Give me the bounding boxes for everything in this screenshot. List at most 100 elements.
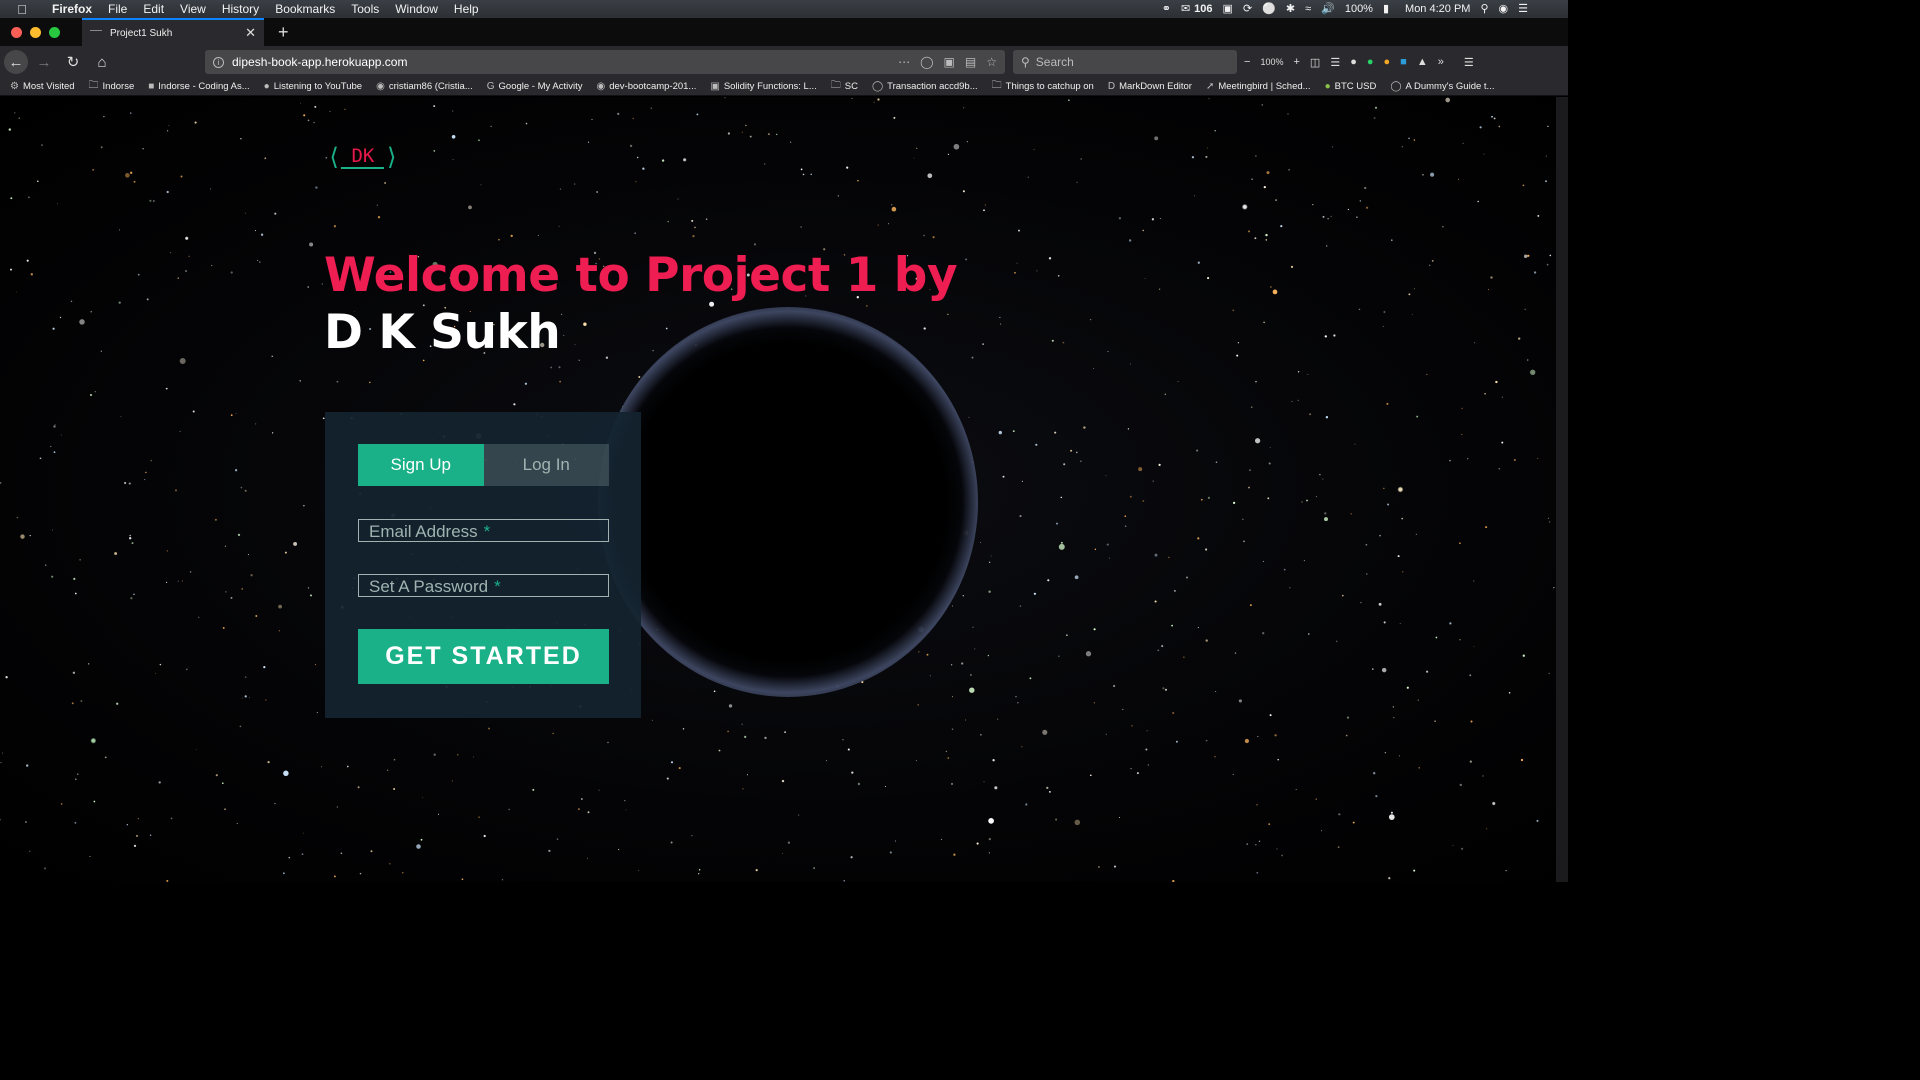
- menu-help[interactable]: Help: [446, 0, 487, 18]
- star: [89, 856, 91, 857]
- star: [255, 423, 257, 425]
- star: [1469, 760, 1472, 763]
- star: [214, 518, 217, 521]
- star: [727, 730, 729, 733]
- reload-icon[interactable]: ↻: [60, 49, 86, 75]
- get-started-button[interactable]: GET STARTED: [358, 629, 609, 684]
- app-status-icon[interactable]: ▣: [1223, 0, 1233, 18]
- bookmark-item[interactable]: ◉ dev-bootcamp-201...: [596, 81, 696, 92]
- menu-bookmarks[interactable]: Bookmarks: [267, 0, 343, 18]
- menu-file[interactable]: File: [100, 0, 135, 18]
- extension-blue-icon[interactable]: ■: [1400, 56, 1407, 68]
- bookmark-item[interactable]: D MarkDown Editor: [1108, 81, 1192, 92]
- menu-view[interactable]: View: [172, 0, 214, 18]
- close-window-button[interactable]: [11, 26, 22, 38]
- notification-center-icon[interactable]: ☰: [1518, 0, 1528, 18]
- close-tab-icon[interactable]: ✕: [245, 25, 256, 41]
- menu-history[interactable]: History: [214, 0, 267, 18]
- zoom-window-button[interactable]: [49, 26, 60, 38]
- password-field[interactable]: Set A Password *: [358, 574, 609, 597]
- bookmark-item[interactable]: G Google - My Activity: [487, 81, 583, 92]
- email-field[interactable]: Email Address *: [358, 519, 609, 542]
- star: [150, 459, 153, 462]
- menu-app-name[interactable]: Firefox: [44, 0, 100, 18]
- star: [1256, 871, 1259, 874]
- star: [1483, 153, 1485, 155]
- accessibility-icon[interactable]: ⚪: [1262, 0, 1276, 18]
- star: [1128, 239, 1132, 242]
- extension-badge-icon[interactable]: ▲: [1417, 56, 1428, 68]
- forward-arrow-icon[interactable]: →: [31, 49, 57, 75]
- page-actions-icon[interactable]: ⋯: [898, 55, 910, 69]
- bookmark-item[interactable]: ▣ Solidity Functions: L...: [710, 81, 816, 92]
- bookmark-item[interactable]: 🗀 SC: [831, 78, 858, 95]
- search-bar[interactable]: ⚲ Search: [1013, 50, 1237, 74]
- account-icon[interactable]: ●: [1350, 56, 1357, 68]
- star: [1312, 203, 1314, 206]
- tab-sign-up[interactable]: Sign Up: [358, 444, 484, 486]
- tab-project1[interactable]: Project1 Sukh ✕: [82, 18, 264, 46]
- volume-icon[interactable]: 🔊: [1321, 0, 1335, 18]
- zoom-level[interactable]: 100%: [1260, 57, 1283, 67]
- bookmark-item[interactable]: ⚙ Most Visited: [10, 81, 75, 92]
- url-bar[interactable]: i dipesh-book-app.herokuapp.com ⋯ ◯ ▣ ▤ …: [205, 50, 1005, 74]
- tab-log-in[interactable]: Log In: [483, 444, 609, 486]
- star: [775, 133, 778, 136]
- bookmark-item[interactable]: ➚ Meetingbird | Sched...: [1206, 81, 1311, 92]
- star: [1047, 579, 1050, 582]
- toolbar-right: − 100% + ◫ ☰ ● ● ● ■ ▲ » ☰: [1244, 50, 1474, 74]
- menu-tools[interactable]: Tools: [343, 0, 387, 18]
- sidebar-toggle-icon[interactable]: ◫: [1310, 56, 1320, 69]
- bookmark-item[interactable]: ◯ Transaction accd9b...: [872, 81, 978, 92]
- star: [1415, 533, 1417, 535]
- glasses-icon[interactable]: ⚭: [1162, 0, 1171, 18]
- library-icon[interactable]: ☰: [1330, 56, 1340, 69]
- reader-view-icon[interactable]: ▤: [965, 55, 976, 69]
- page-scrollbar[interactable]: [1556, 97, 1568, 882]
- mail-icon[interactable]: ✉: [1181, 0, 1190, 18]
- star: [851, 97, 853, 99]
- star: [1127, 428, 1130, 430]
- back-arrow-icon[interactable]: ←: [4, 50, 28, 74]
- sync-icon[interactable]: ⟳: [1243, 0, 1252, 18]
- hamburger-menu-icon[interactable]: ☰: [1464, 56, 1474, 69]
- bluetooth-icon[interactable]: ✱: [1286, 0, 1295, 18]
- extension-orange-icon[interactable]: ●: [1384, 56, 1391, 68]
- spotlight-icon[interactable]: ⚲: [1480, 0, 1488, 18]
- battery-icon[interactable]: ▮: [1383, 0, 1389, 18]
- siri-icon[interactable]: ◉: [1499, 0, 1509, 18]
- new-tab-icon[interactable]: +: [264, 22, 289, 43]
- wifi-icon[interactable]: ≈: [1305, 0, 1311, 18]
- star: [124, 481, 127, 485]
- bookmark-item[interactable]: ◉ cristiam86 (Cristia...: [376, 81, 473, 92]
- star: [787, 841, 791, 844]
- menu-edit[interactable]: Edit: [135, 0, 172, 18]
- star: [1520, 758, 1524, 762]
- bookmark-item[interactable]: 🗀 Things to catchup on: [992, 78, 1094, 95]
- screenshot-icon[interactable]: ▣: [944, 55, 955, 69]
- star: [923, 234, 925, 237]
- overflow-chevron-icon[interactable]: »: [1438, 56, 1444, 68]
- star: [962, 595, 964, 597]
- star: [513, 403, 516, 406]
- star: [1522, 184, 1525, 187]
- bookmark-star-icon[interactable]: ☆: [986, 55, 997, 69]
- star: [1113, 684, 1116, 688]
- zoom-out-icon[interactable]: −: [1244, 56, 1250, 68]
- apple-icon[interactable]: : [0, 2, 44, 17]
- minimize-window-button[interactable]: [30, 26, 41, 38]
- whatsapp-icon[interactable]: ●: [1367, 56, 1374, 68]
- bookmark-item[interactable]: ■ Indorse - Coding As...: [148, 81, 249, 92]
- url-text[interactable]: dipesh-book-app.herokuapp.com: [232, 55, 407, 69]
- menu-window[interactable]: Window: [387, 0, 446, 18]
- bookmark-item[interactable]: 🗀 Indorse: [89, 78, 135, 95]
- bookmark-item[interactable]: ● BTC USD: [1325, 81, 1377, 92]
- bookmark-item[interactable]: ● Listening to YouTube: [264, 81, 362, 92]
- site-logo[interactable]: ⟨ DK ⟩: [327, 143, 399, 171]
- zoom-in-icon[interactable]: +: [1293, 56, 1299, 68]
- home-icon[interactable]: ⌂: [89, 49, 115, 75]
- site-info-icon[interactable]: i: [213, 56, 224, 68]
- pocket-icon[interactable]: ◯: [920, 55, 933, 69]
- clock[interactable]: Mon 4:20 PM: [1405, 0, 1470, 18]
- bookmark-item[interactable]: ◯ A Dummy's Guide t...: [1390, 81, 1494, 92]
